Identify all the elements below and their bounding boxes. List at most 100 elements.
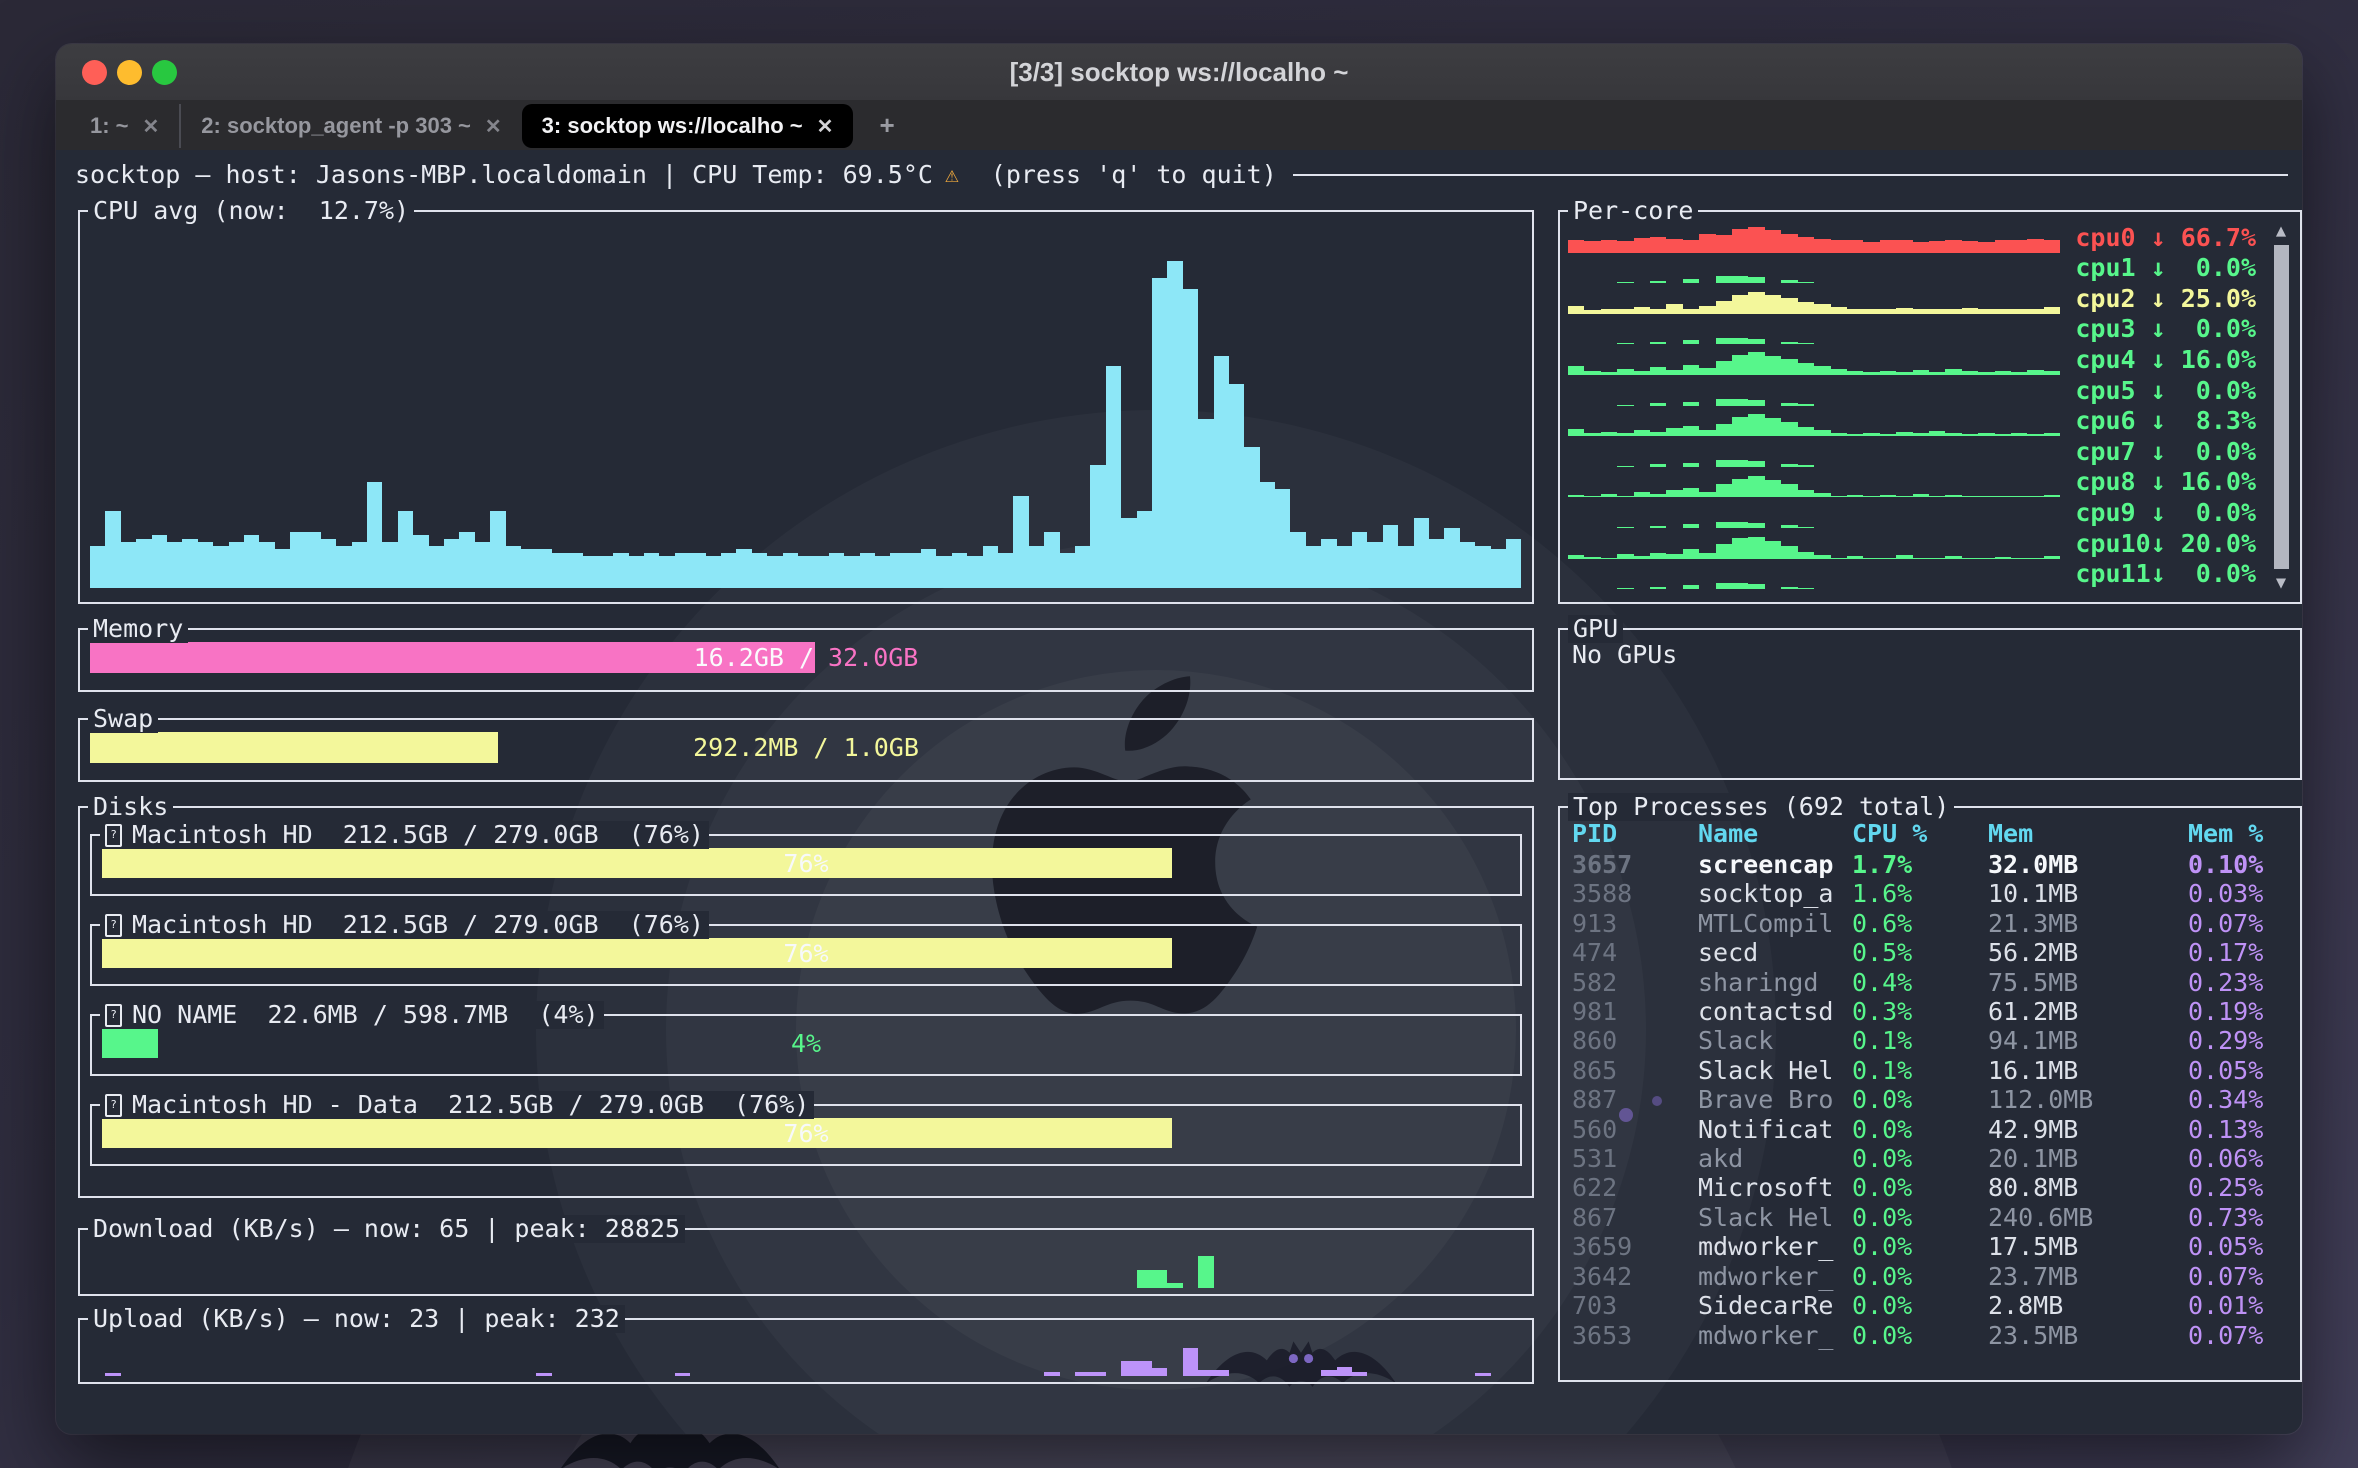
new-tab-button[interactable]: + [879, 110, 894, 141]
swap-gauge-label: 292.2MB / 1.0GB [90, 732, 1522, 763]
swap-gauge: 292.2MB / 1.0GB [90, 732, 1522, 763]
process-mem: 94.1MB [1988, 1026, 2188, 1055]
process-name: Notificat [1698, 1115, 1852, 1144]
process-cpu: 0.5% [1852, 938, 1988, 967]
process-row[interactable]: 913 MTLCompil 0.6% 21.3MB 0.07% [1572, 909, 2294, 938]
process-row[interactable]: 622 Microsoft 0.0% 80.8MB 0.25% [1572, 1173, 2294, 1202]
tab[interactable]: 1: ~ ✕ [70, 104, 179, 148]
process-row[interactable]: 3588 socktop_a 1.6% 10.1MB 0.03% [1572, 879, 2294, 908]
process-row[interactable]: 703 SidecarRe 0.0% 2.8MB 0.01% [1572, 1291, 2294, 1320]
core-row: cpu1 ↓ 0.0% [1568, 253, 2256, 284]
process-pid: 887 [1572, 1085, 1698, 1114]
process-row[interactable]: 887 Brave Bro 0.0% 112.0MB 0.34% [1572, 1085, 2294, 1114]
disk-pct-value: 76% [783, 1119, 828, 1148]
process-row[interactable]: 3642 mdworker_ 0.0% 23.7MB 0.07% [1572, 1262, 2294, 1291]
process-mem: 56.2MB [1988, 938, 2188, 967]
core-row: cpu5 ↓ 0.0% [1568, 375, 2256, 406]
process-table-header: PID Name CPU % Mem Mem % [1572, 818, 2294, 850]
tab-label: 3: socktop ws://localho ~ [542, 113, 803, 139]
core-sparkline [1568, 438, 2060, 467]
disk-pct-value: 76% [783, 939, 828, 968]
process-cpu: 0.0% [1852, 1203, 1988, 1232]
process-row[interactable]: 3657 screencap 1.7% 32.0MB 0.10% [1572, 850, 2294, 879]
process-mem-pct: 0.07% [2188, 1321, 2294, 1350]
scrollbar[interactable]: ▲ ▼ [2268, 220, 2294, 594]
disk-gauge-label: 76% [102, 1118, 1510, 1148]
core-row: cpu11↓ 0.0% [1568, 559, 2256, 590]
process-row[interactable]: 3653 mdworker_ 0.0% 23.5MB 0.07% [1572, 1321, 2294, 1350]
disk-gauge-label: 76% [102, 848, 1510, 878]
process-pid: 3588 [1572, 879, 1698, 908]
titlebar: [3/3] socktop ws://localho ~ [56, 44, 2302, 100]
process-row[interactable]: 865 Slack Hel 0.1% 16.1MB 0.05% [1572, 1056, 2294, 1085]
process-mem: 23.5MB [1988, 1321, 2188, 1350]
process-mem: 16.1MB [1988, 1056, 2188, 1085]
core-label: cpu1 ↓ 0.0% [2070, 253, 2256, 283]
process-name: socktop_a [1698, 879, 1852, 908]
process-mem: 2.8MB [1988, 1291, 2188, 1320]
process-pid: 3653 [1572, 1321, 1698, 1350]
scrollbar-thumb[interactable] [2274, 245, 2289, 569]
core-sparkline [1568, 285, 2060, 314]
tab[interactable]: 3: socktop ws://localho ~ ✕ [522, 104, 854, 148]
process-cpu: 1.7% [1852, 850, 1988, 879]
tab-label: 2: socktop_agent -p 303 ~ [201, 113, 471, 139]
process-mem: 32.0MB [1988, 850, 2188, 879]
process-name: Slack Hel [1698, 1203, 1852, 1232]
process-cpu: 0.0% [1852, 1262, 1988, 1291]
process-row[interactable]: 560 Notificat 0.0% 42.9MB 0.13% [1572, 1115, 2294, 1144]
core-label: cpu6 ↓ 8.3% [2070, 406, 2256, 436]
core-row: cpu3 ↓ 0.0% [1568, 314, 2256, 345]
core-label: cpu4 ↓ 16.0% [2070, 345, 2256, 375]
process-mem: 112.0MB [1988, 1085, 2188, 1114]
process-cpu: 1.6% [1852, 879, 1988, 908]
core-sparkline [1568, 530, 2060, 559]
tab-close-icon[interactable]: ✕ [485, 114, 502, 139]
tab-close-icon[interactable]: ✕ [817, 114, 834, 139]
swap-panel: Swap 292.2MB / 1.0GB [78, 718, 1534, 782]
tab-close-icon[interactable]: ✕ [143, 114, 160, 139]
process-pid: 582 [1572, 968, 1698, 997]
process-mem-pct: 0.19% [2188, 997, 2294, 1026]
process-cpu: 0.4% [1852, 968, 1988, 997]
disk-gauge-label: 4% [102, 1028, 1510, 1058]
process-name: Slack Hel [1698, 1056, 1852, 1085]
process-name: Brave Bro [1698, 1085, 1852, 1114]
process-row[interactable]: 582 sharingd 0.4% 75.5MB 0.23% [1572, 968, 2294, 997]
core-label: cpu2 ↓ 25.0% [2070, 284, 2256, 314]
core-label: cpu11↓ 0.0% [2070, 559, 2256, 589]
disk-panel: ? Macintosh HD - Data 212.5GB / 279.0GB … [90, 1104, 1522, 1166]
process-pid: 867 [1572, 1203, 1698, 1232]
scroll-up-icon[interactable]: ▲ [2276, 220, 2286, 242]
window-title: [3/3] socktop ws://localho ~ [56, 57, 2302, 88]
upload-title: Upload (KB/s) — now: 23 | peak: 232 [88, 1305, 625, 1333]
memory-gauge-label: 16.2GB / 32.0GB [90, 642, 1522, 673]
gpu-panel: GPU No GPUs [1558, 628, 2302, 780]
tab[interactable]: 2: socktop_agent -p 303 ~ ✕ [179, 104, 521, 148]
process-name: Microsoft [1698, 1173, 1852, 1202]
process-mem-pct: 0.13% [2188, 1115, 2294, 1144]
disk-panel: ? Macintosh HD 212.5GB / 279.0GB (76%) 7… [90, 834, 1522, 896]
core-sparkline [1568, 468, 2060, 497]
process-row[interactable]: 867 Slack Hel 0.0% 240.6MB 0.73% [1572, 1203, 2294, 1232]
process-row[interactable]: 981 contactsd 0.3% 61.2MB 0.19% [1572, 997, 2294, 1026]
process-mem-pct: 0.10% [2188, 850, 2294, 879]
process-row[interactable]: 474 secd 0.5% 56.2MB 0.17% [1572, 938, 2294, 967]
process-row[interactable]: 860 Slack 0.1% 94.1MB 0.29% [1572, 1026, 2294, 1055]
download-chart [90, 1248, 1522, 1288]
core-sparkline [1568, 407, 2060, 436]
process-cpu: 0.0% [1852, 1144, 1988, 1173]
disks-title: Disks [88, 793, 173, 821]
process-row[interactable]: 531 akd 0.0% 20.1MB 0.06% [1572, 1144, 2294, 1173]
download-panel: Download (KB/s) — now: 65 | peak: 28825 [78, 1228, 1534, 1296]
download-title: Download (KB/s) — now: 65 | peak: 28825 [88, 1215, 685, 1243]
process-mem: 10.1MB [1988, 879, 2188, 908]
core-row: cpu10↓ 20.0% [1568, 528, 2256, 559]
swap-title: Swap [88, 705, 158, 733]
process-mem-pct: 0.05% [2188, 1232, 2294, 1261]
process-row[interactable]: 3659 mdworker_ 0.0% 17.5MB 0.05% [1572, 1232, 2294, 1261]
process-mem-pct: 0.34% [2188, 1085, 2294, 1114]
process-cpu: 0.0% [1852, 1232, 1988, 1261]
scroll-down-icon[interactable]: ▼ [2276, 572, 2286, 594]
core-label: cpu0 ↓ 66.7% [2070, 223, 2256, 253]
